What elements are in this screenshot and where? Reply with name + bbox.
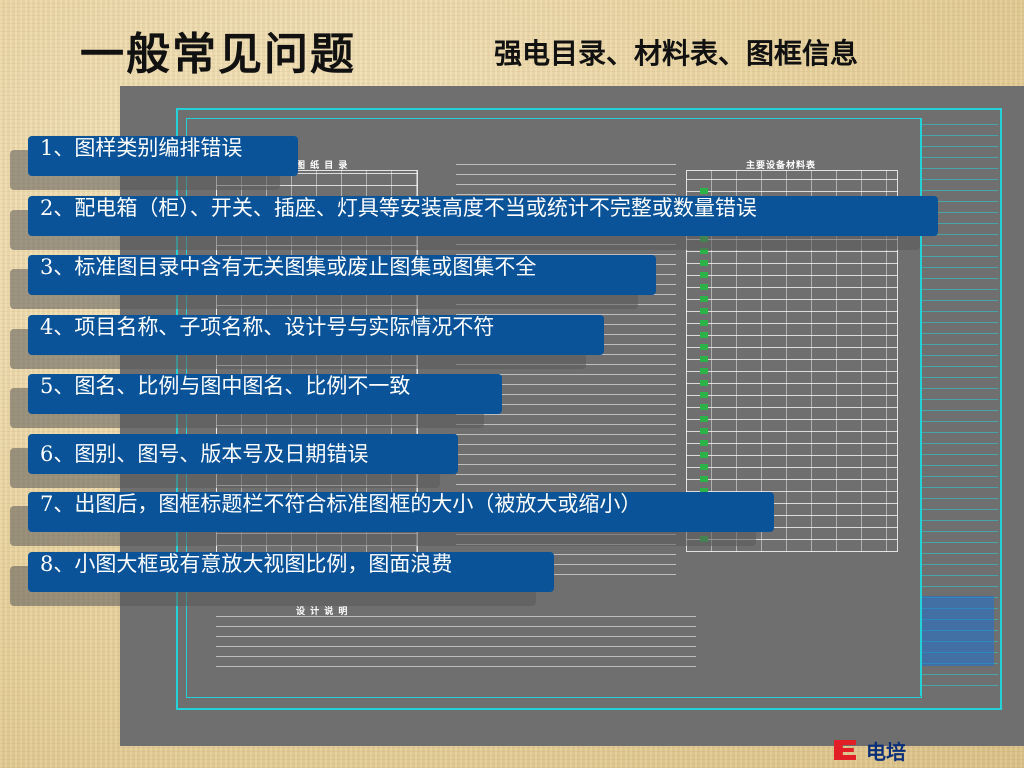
drawing-list-heading: 图 纸 目 录 — [296, 161, 349, 171]
title-block-project-field — [922, 596, 994, 666]
materials-symbol-column — [700, 182, 708, 542]
issue-item-1: 1、图样类别编排错误 — [28, 136, 298, 176]
design-notes-text-area-lower — [216, 616, 696, 676]
design-notes-heading: 设 计 说 明 — [296, 607, 349, 617]
issue-item-5: 5、图名、比例与图中图名、比例不一致 — [28, 374, 502, 414]
cad-drawing-image: 图 纸 目 录 设 计 说 明 主要设备材料表 — [120, 86, 1024, 746]
dianpei-logo-icon — [834, 738, 860, 762]
issue-item-4: 4、项目名称、子项名称、设计号与实际情况不符 — [28, 315, 604, 355]
issue-item-3: 3、标准图目录中含有无关图集或废止图集或图集不全 — [28, 255, 656, 295]
materials-heading: 主要设备材料表 — [746, 161, 817, 171]
page-title: 一般常见问题 — [80, 29, 356, 80]
logo-text: 电培 — [866, 739, 906, 764]
issue-item-8: 8、小图大框或有意放大视图比例，图面浪费 — [28, 552, 554, 592]
issue-item-2: 2、配电箱（柜）、开关、插座、灯具等安装高度不当或统计不完整或数量错误 — [28, 196, 938, 236]
issue-item-6: 6、图别、图号、版本号及日期错误 — [28, 434, 458, 474]
page-subtitle: 强电目录、材料表、图框信息 — [494, 37, 859, 70]
logo: 电培 — [834, 736, 906, 764]
issue-item-7: 7、出图后，图框标题栏不符合标准图框的大小（被放大或缩小） — [28, 492, 774, 532]
